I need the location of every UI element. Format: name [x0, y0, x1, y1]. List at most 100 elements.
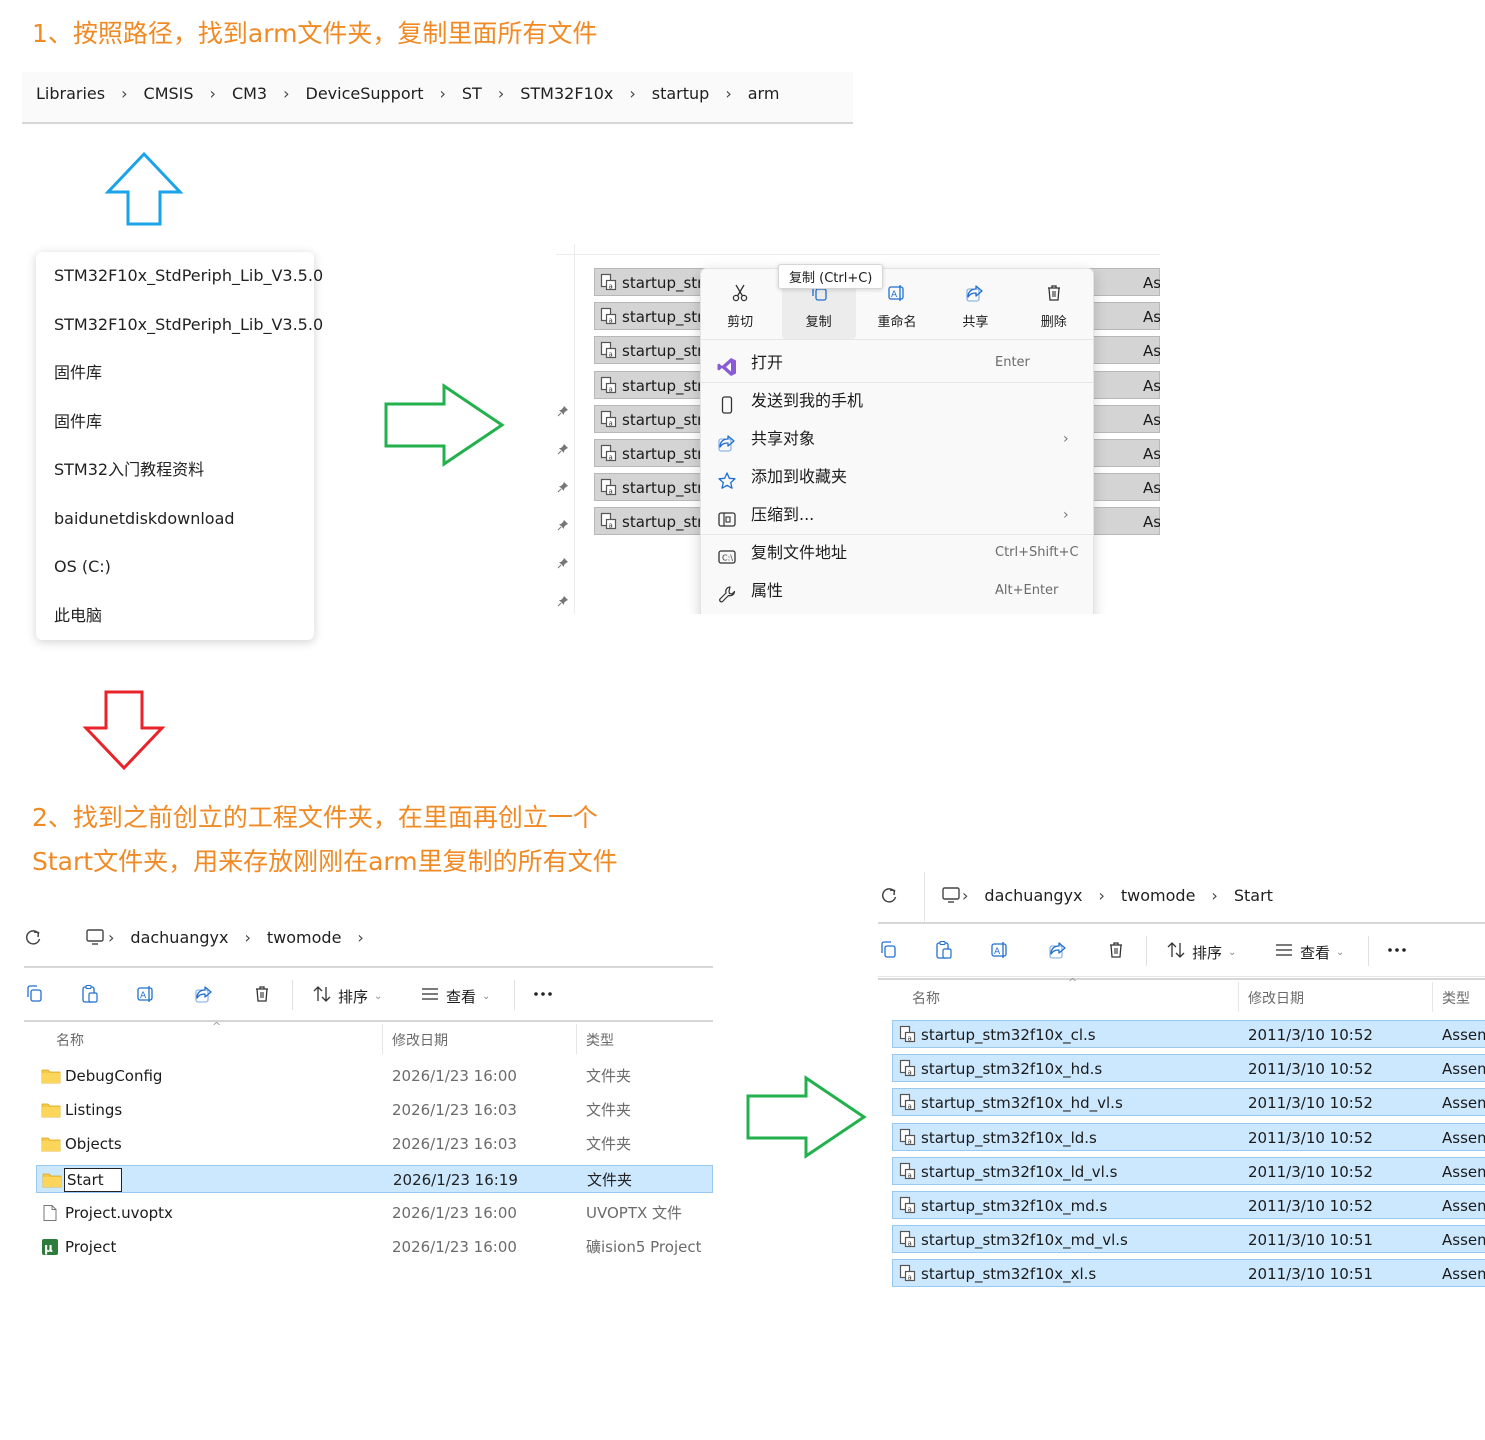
column-type[interactable]: 类型 — [586, 1030, 614, 1050]
breadcrumb-item[interactable]: Start — [1234, 886, 1273, 905]
file-row[interactable]: a startup_stm32f10x_cl.s 2011/3/10 10:52 As… — [892, 1020, 1485, 1048]
rename-button[interactable]: A — [136, 984, 156, 1008]
context-menu-item[interactable]: 属性 Alt+Enter — [701, 572, 1093, 610]
file-type: Assem — [1442, 1094, 1485, 1113]
delete-button[interactable]: 删除 — [1017, 269, 1091, 339]
quick-access-item[interactable]: 此电脑 — [36, 592, 314, 641]
context-menu-item[interactable]: 添加到收藏夹 — [701, 458, 1093, 496]
pin-icon[interactable] — [557, 440, 569, 459]
more-options-button[interactable] — [1386, 940, 1408, 964]
breadcrumb-item[interactable]: startup — [652, 84, 710, 103]
quick-access-item[interactable]: STM32F10x_StdPeriph_Lib_V3.5.0 — [36, 301, 323, 350]
breadcrumb-item[interactable]: ST — [462, 84, 482, 103]
breadcrumb-item[interactable]: dachuangyx — [130, 928, 228, 947]
file-row[interactable]: Objects 2026/1/23 16:03 文件夹 — [36, 1130, 713, 1158]
column-type[interactable]: 类型 — [1442, 988, 1470, 1008]
context-menu-item[interactable]: 共享对象 › — [701, 420, 1093, 458]
view-button[interactable]: 查看 ⌄ — [420, 984, 490, 1008]
address-bar[interactable]: › dachuangyx › twomode › Start — [878, 872, 1485, 924]
breadcrumb-item[interactable]: DeviceSupport — [306, 84, 424, 103]
column-date[interactable]: 修改日期 — [392, 1030, 448, 1050]
column-name[interactable]: 名称 — [56, 1030, 84, 1050]
share-button[interactable] — [1048, 940, 1068, 964]
asm-file-icon: a — [898, 1230, 916, 1252]
file-row[interactable]: a startup_stm32f10x_ld_vl.s 2011/3/10 10:5… — [892, 1156, 1485, 1185]
file-row[interactable]: a startup_stm32f10x_hd_vl.s 2011/3/10 10:5… — [892, 1088, 1485, 1117]
file-date: 2011/3/10 10:52 — [1248, 1128, 1373, 1147]
this-pc-icon[interactable] — [86, 928, 104, 946]
paste-button[interactable] — [80, 984, 100, 1008]
pin-icon[interactable] — [557, 592, 569, 611]
breadcrumb-item[interactable]: Libraries — [36, 84, 105, 103]
file-type: Assem — [1442, 1128, 1485, 1147]
quick-access-item[interactable]: 固件库 — [36, 398, 314, 447]
pin-icon[interactable] — [557, 516, 569, 535]
context-menu-actions: 剪切 复制 A 重命名 共享 删除 — [701, 269, 1093, 340]
pin-icon[interactable] — [557, 554, 569, 573]
pin-icon[interactable] — [557, 402, 569, 421]
share-button[interactable]: 共享 — [938, 269, 1012, 339]
more-options-button[interactable] — [532, 984, 554, 1008]
sort-button[interactable]: 排序 ⌄ — [312, 984, 382, 1008]
context-menu-item[interactable]: 打开 Enter — [701, 344, 1093, 383]
svg-text:µ: µ — [44, 1241, 53, 1255]
context-menu-item[interactable]: C:\ 复制文件地址 Ctrl+Shift+C — [701, 534, 1093, 572]
file-row[interactable]: Listings 2026/1/23 16:03 文件夹 — [36, 1096, 713, 1124]
chevron-right-icon: › — [121, 84, 128, 103]
file-row[interactable]: a startup_stm32f10x_md.s 2011/3/10 10:52 As… — [892, 1191, 1485, 1219]
file-name: startup_stm32f10x_hd_vl.s — [921, 1094, 1123, 1113]
sort-label: 排序 — [338, 987, 369, 1006]
column-date[interactable]: 修改日期 — [1248, 988, 1304, 1008]
svg-text:C:\: C:\ — [722, 554, 733, 563]
view-button[interactable]: 查看 ⌄ — [1274, 940, 1344, 964]
quick-access-item[interactable]: 固件库 — [36, 349, 314, 398]
refresh-icon[interactable] — [880, 886, 898, 904]
share-button[interactable] — [194, 984, 214, 1008]
command-bar: A 排序 ⌄ 查看 ⌄ — [24, 970, 713, 1021]
quick-access-item[interactable]: baidunetdiskdownload — [36, 495, 314, 544]
breadcrumb-item[interactable]: twomode — [267, 928, 342, 947]
asm-file-icon: a — [599, 512, 617, 534]
file-row[interactable]: DebugConfig 2026/1/23 16:00 文件夹 — [36, 1062, 713, 1090]
explorer-left: › dachuangyx › twomode › A 排序 ⌄ 查看 ⌄ 名称 ^ 修改日期 类… — [24, 916, 713, 1276]
delete-button[interactable] — [252, 984, 272, 1008]
quick-access-item[interactable]: STM32入门教程资料 — [36, 446, 314, 495]
file-row[interactable]: Start 2026/1/23 16:19 文件夹 — [36, 1164, 713, 1193]
copy-button[interactable] — [878, 940, 898, 964]
file-type: As — [1143, 513, 1160, 532]
breadcrumb-item[interactable]: CMSIS — [144, 84, 194, 103]
column-name[interactable]: 名称 — [912, 988, 940, 1008]
breadcrumb-item[interactable]: dachuangyx — [984, 886, 1082, 905]
command-bar: A 排序 ⌄ 查看 ⌄ — [878, 926, 1485, 977]
file-row[interactable]: Project.uvoptx 2026/1/23 16:00 UVOPTX 文件 — [36, 1199, 713, 1227]
breadcrumb-item[interactable]: STM32F10x — [520, 84, 613, 103]
pin-icon[interactable] — [557, 478, 569, 497]
context-menu-item[interactable]: 发送到我的手机 — [701, 382, 1093, 420]
context-menu-item[interactable]: 压缩到... › — [701, 496, 1093, 535]
file-row[interactable]: µ Project 2026/1/23 16:00 礦ision5 Project — [36, 1233, 713, 1261]
breadcrumb-item[interactable]: arm — [748, 84, 780, 103]
chevron-right-icon: › — [1063, 507, 1069, 523]
address-bar[interactable]: Libraries › CMSIS › CM3 › DeviceSupport › ST › STM… — [22, 72, 853, 124]
cut-button[interactable]: 剪切 — [703, 269, 777, 339]
paste-button[interactable] — [934, 940, 954, 964]
file-row[interactable]: a startup_stm32f10x_md_vl.s 2011/3/10 10:5… — [892, 1225, 1485, 1254]
file-row[interactable]: a startup_stm32f10x_ld.s 2011/3/10 10:52 As… — [892, 1122, 1485, 1151]
delete-button[interactable] — [1106, 940, 1126, 964]
chevron-down-icon: ⌄ — [482, 990, 491, 1002]
file-type: As — [1143, 376, 1160, 395]
address-bar[interactable]: › dachuangyx › twomode › — [24, 916, 713, 968]
rename-button[interactable]: A — [990, 940, 1010, 964]
quick-access-item[interactable]: OS (C:) — [36, 543, 314, 592]
sort-button[interactable]: 排序 ⌄ — [1166, 940, 1236, 964]
file-row[interactable]: a startup_stm32f10x_xl.s 2011/3/10 10:51 As… — [892, 1259, 1485, 1288]
breadcrumb-item[interactable]: CM3 — [232, 84, 267, 103]
breadcrumb-item[interactable]: twomode — [1121, 886, 1196, 905]
rename-input[interactable]: Start — [64, 1167, 122, 1192]
refresh-icon[interactable] — [24, 928, 42, 946]
file-row[interactable]: a startup_stm32f10x_hd.s 2011/3/10 10:52 As… — [892, 1054, 1485, 1083]
quick-access-item[interactable]: STM32F10x_StdPeriph_Lib_V3.5.0 — [36, 252, 323, 301]
this-pc-icon[interactable] — [942, 886, 960, 904]
copy-button[interactable] — [24, 984, 44, 1008]
file-date: 2026/1/23 16:03 — [392, 1101, 517, 1120]
